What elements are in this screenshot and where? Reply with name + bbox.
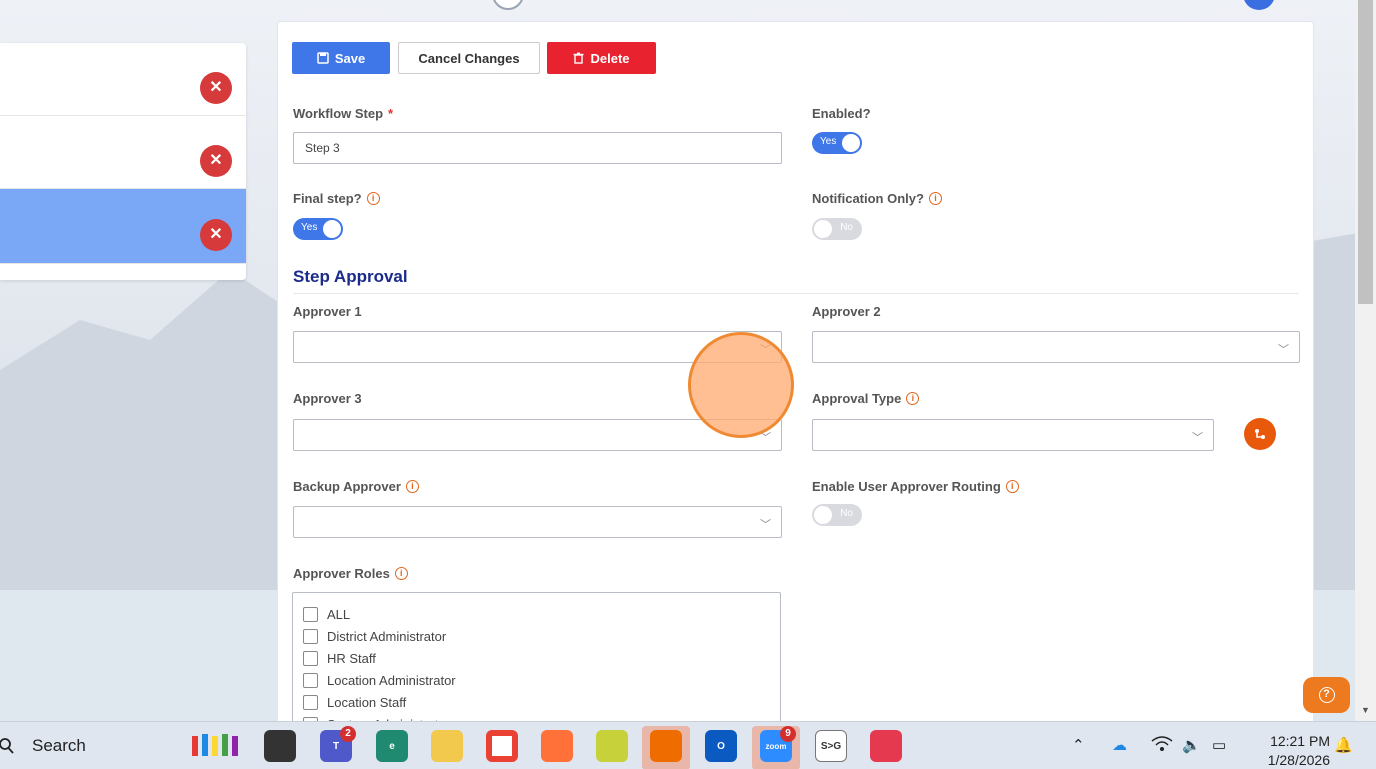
role-checkbox[interactable] (303, 628, 318, 644)
battery-icon[interactable]: ▭ (1212, 736, 1226, 754)
tools-icon[interactable] (596, 730, 628, 762)
info-icon[interactable]: i (906, 392, 920, 405)
role-option[interactable]: Location Staff (293, 691, 780, 713)
workflow-step-label: Workflow Step * (293, 106, 394, 121)
notifications-icon[interactable]: 🔔 (1334, 736, 1353, 754)
system-clock[interactable]: 12:21 PM 1/28/2026 (1250, 732, 1330, 769)
approver-1-label: Approver 1 (293, 304, 362, 319)
approver-roles-list: ALL District Administrator HR Staff Loca… (292, 592, 781, 732)
remove-step-2-button[interactable]: ✕ (200, 145, 232, 177)
paintbrush-widget-icon[interactable] (188, 730, 244, 762)
cancel-changes-button[interactable]: Cancel Changes (398, 42, 540, 74)
approval-type-label: Approval Type i (812, 391, 920, 406)
workflow-steps-list: ✕ ✕ ✕ (0, 43, 246, 280)
notification-only-toggle[interactable]: No (812, 218, 862, 240)
edge-icon[interactable]: e (376, 730, 408, 762)
section-divider (293, 293, 1299, 294)
final-step-toggle[interactable]: Yes (293, 218, 343, 240)
wifi-icon[interactable] (1151, 736, 1173, 756)
enabled-toggle[interactable]: Yes (812, 132, 862, 154)
chevron-up-icon[interactable]: ⌃ (1072, 736, 1085, 754)
info-icon[interactable]: i (928, 192, 942, 205)
outlook-icon[interactable]: O (705, 730, 737, 762)
list-item[interactable]: ✕ (0, 116, 246, 189)
list-item-selected[interactable]: ✕ (0, 189, 246, 264)
routing-button[interactable] (1244, 418, 1276, 450)
info-icon[interactable]: i (1005, 480, 1019, 493)
trash-icon (573, 52, 584, 64)
section-title: Step Approval (293, 267, 408, 286)
delete-button[interactable]: Delete (547, 42, 656, 74)
backup-approver-label: Backup Approver i (293, 479, 419, 494)
volume-icon[interactable]: 🔈 (1182, 736, 1201, 754)
approver-2-label: Approver 2 (812, 304, 881, 319)
enable-routing-label: Enable User Approver Routing i (812, 479, 1019, 494)
info-icon[interactable]: i (405, 480, 419, 493)
task-view-icon[interactable] (264, 730, 296, 762)
help-button[interactable]: ? (1303, 677, 1350, 713)
info-icon[interactable]: i (394, 567, 408, 580)
chevron-down-icon: ﹀ (760, 519, 771, 531)
approval-type-select[interactable]: ﹀ (812, 419, 1214, 451)
role-checkbox[interactable] (303, 606, 318, 622)
chevron-down-icon: ﹀ (1278, 344, 1289, 356)
list-item[interactable]: ✕ (0, 43, 246, 116)
search-icon (0, 738, 14, 754)
enable-routing-toggle[interactable]: No (812, 504, 862, 526)
notification-only-label: Notification Only? i (812, 191, 942, 206)
scrollbar-thumb[interactable] (1358, 0, 1373, 304)
final-step-label: Final step? i (293, 191, 380, 206)
role-checkbox[interactable] (303, 672, 318, 688)
role-option[interactable]: District Administrator (293, 625, 780, 647)
help-icon: ? (1318, 687, 1335, 703)
chrome-icon[interactable] (486, 730, 518, 762)
click-highlight (688, 332, 794, 438)
backup-approver-select[interactable]: ﹀ (293, 506, 782, 538)
role-option[interactable]: HR Staff (293, 647, 780, 669)
scroll-down-icon[interactable]: ▼ (1361, 705, 1370, 715)
zoom-icon[interactable]: zoom 9 (760, 726, 796, 762)
step-indicator (492, 0, 524, 10)
approver-2-select[interactable]: ﹀ (812, 331, 1300, 363)
firefox-icon[interactable] (541, 730, 573, 762)
remove-step-1-button[interactable]: ✕ (200, 72, 232, 104)
role-option[interactable]: ALL (293, 603, 780, 625)
info-icon[interactable]: i (366, 192, 380, 205)
approver-roles-label: Approver Roles i (293, 566, 408, 581)
role-option[interactable]: Location Administrator (293, 669, 780, 691)
route-icon (1255, 429, 1265, 439)
remove-step-3-button[interactable]: ✕ (200, 219, 232, 251)
stripes-app-icon[interactable] (870, 730, 902, 762)
role-checkbox[interactable] (303, 650, 318, 666)
page-scrollbar[interactable]: ▼ (1355, 0, 1376, 721)
file-explorer-icon[interactable] (431, 730, 463, 762)
onedrive-icon[interactable]: ☁ (1112, 736, 1127, 754)
approver-3-label: Approver 3 (293, 391, 362, 406)
windows-taskbar: Search T2 e O zoom 9 S>G ⌃ ☁ 🔈 ▭ 12:21 PM… (0, 721, 1376, 769)
workflow-step-field[interactable]: Step 3 (293, 132, 782, 164)
enabled-label: Enabled? (812, 106, 871, 121)
save-button[interactable]: Save (292, 42, 390, 74)
role-checkbox[interactable] (303, 694, 318, 710)
snagit-icon[interactable]: S>G (815, 730, 847, 762)
teams-icon[interactable]: T2 (320, 726, 356, 762)
chevron-down-icon: ﹀ (1192, 432, 1203, 444)
save-icon (317, 52, 329, 64)
taskbar-search[interactable]: Search (0, 732, 86, 760)
user-avatar[interactable] (1243, 0, 1275, 10)
cloud-app-icon[interactable] (650, 730, 682, 762)
